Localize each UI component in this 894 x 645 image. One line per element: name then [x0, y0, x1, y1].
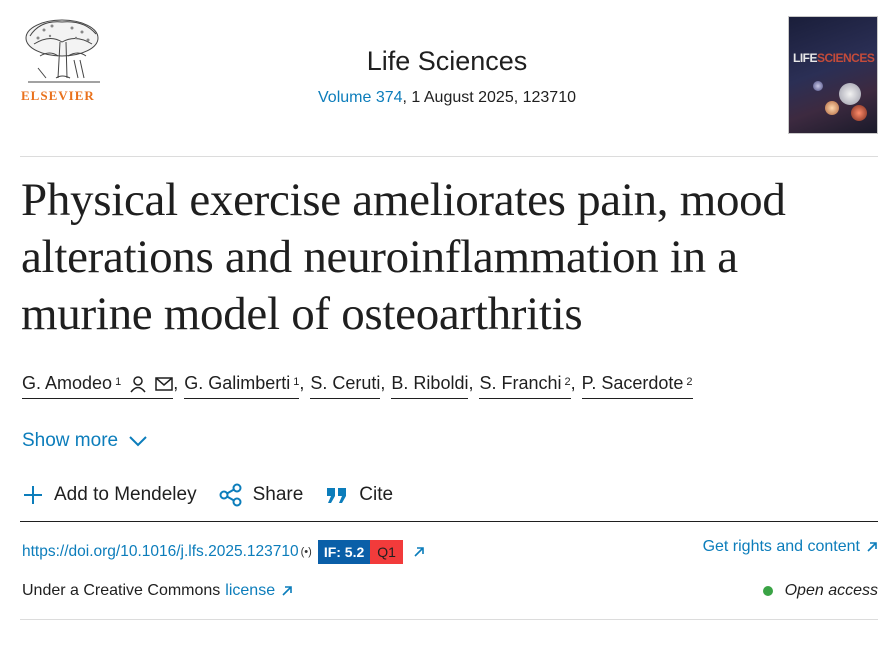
quartile-badge[interactable]: Q1 [370, 540, 403, 564]
volume-info: Volume 374, 1 August 2025, 123710 [0, 89, 894, 107]
add-to-mendeley-button[interactable]: Add to Mendeley [22, 484, 197, 506]
plus-icon [24, 486, 42, 504]
affiliation-sup: 1 [115, 375, 122, 388]
quote-icon [327, 488, 347, 503]
bottom-divider [20, 619, 878, 620]
author-name: S. Ceruti [310, 373, 381, 393]
actions-divider [20, 521, 878, 522]
doi-row: https://doi.org/10.1016/j.lfs.2025.12371… [22, 540, 425, 564]
show-more-label: Show more [22, 430, 119, 451]
author-link[interactable]: S. Ceruti [310, 373, 381, 399]
journal-title[interactable]: Life Sciences [0, 46, 894, 77]
author-link[interactable]: B. Riboldi [391, 373, 469, 399]
author-link[interactable]: G. Amodeo 1 [22, 373, 174, 399]
comma: , [173, 373, 179, 393]
share-icon [219, 483, 242, 507]
get-rights-link[interactable]: Get rights and content [703, 538, 878, 556]
comma: , [570, 373, 576, 393]
issue-date: , 1 August 2025, 123710 [402, 89, 576, 106]
external-link-icon [867, 542, 877, 552]
comma: , [468, 373, 474, 393]
author-link[interactable]: S. Franchi 2 [479, 373, 571, 399]
affiliation-sup: 2 [564, 375, 571, 388]
share-label: Share [252, 484, 304, 505]
impact-factor-badge[interactable]: IF: 5.2 [317, 540, 371, 564]
open-access-badge: Open access [762, 582, 878, 600]
get-rights-label: Get rights and content [702, 538, 860, 555]
license-prefix: Under a Creative Commons [22, 582, 221, 599]
author-link[interactable]: P. Sacerdote 2 [581, 373, 693, 399]
volume-link[interactable]: Volume 374 [318, 89, 403, 106]
author-link[interactable]: G. Galimberti 1 [184, 373, 300, 399]
external-link-icon [282, 586, 292, 596]
broadcast-icon: (•) [300, 546, 312, 558]
doi-link[interactable]: https://doi.org/10.1016/j.lfs.2025.12371… [22, 543, 299, 561]
cover-art-cell [851, 105, 867, 121]
show-more-button[interactable]: Show more [22, 430, 148, 452]
open-access-label: Open access [784, 582, 878, 599]
comma: , [299, 373, 305, 393]
person-icon [130, 375, 146, 392]
cover-art-cell [813, 81, 823, 91]
open-access-dot-icon [762, 586, 773, 596]
cover-art-cell [825, 101, 839, 115]
share-button[interactable]: Share [219, 483, 304, 507]
chevron-down-icon [129, 436, 147, 447]
cite-label: Cite [359, 484, 394, 505]
license-row: Under a Creative Commons license [22, 582, 293, 600]
article-title: Physical exercise ameliorates pain, mood… [21, 174, 786, 340]
affiliation-sup: 2 [686, 375, 693, 388]
cover-art-cell [839, 83, 861, 105]
cover-title: LIFESCIENCES [793, 51, 875, 65]
author-name: G. Amodeo [22, 373, 113, 393]
header-divider [20, 156, 878, 157]
author-name: S. Franchi [479, 373, 562, 393]
affiliation-sup: 1 [293, 375, 300, 388]
comma: , [380, 373, 386, 393]
license-link[interactable]: license [225, 582, 293, 600]
author-name: P. Sacerdote [581, 373, 684, 393]
author-name: B. Riboldi [391, 373, 469, 393]
envelope-icon [155, 376, 173, 391]
cite-button[interactable]: Cite [325, 484, 393, 506]
add-to-mendeley-label: Add to Mendeley [54, 484, 197, 505]
author-list: G. Amodeo 1 , G. Galimberti 1 , S. Ceruti … [22, 373, 693, 399]
article-actions: Add to Mendeley Share Cite [22, 483, 415, 507]
external-link-icon[interactable] [413, 546, 425, 558]
author-name: G. Galimberti [184, 373, 291, 393]
license-link-label: license [225, 582, 276, 599]
journal-cover-image[interactable]: LIFESCIENCES [788, 16, 878, 134]
